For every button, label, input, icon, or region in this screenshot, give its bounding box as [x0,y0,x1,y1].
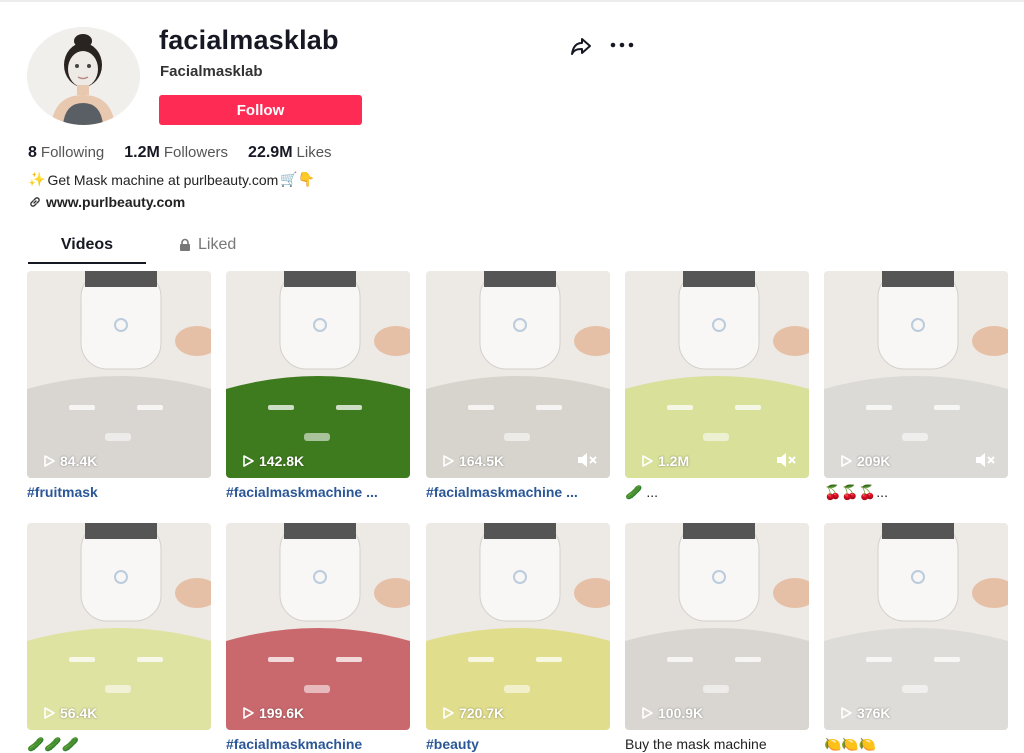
video-card[interactable]: 164.5K [426,271,610,478]
video-caption[interactable]: 🥒🥒🥒 [27,736,211,753]
stat-likes: 22.9M Likes [248,144,332,162]
tab-liked-label: Liked [198,236,237,253]
video-card[interactable]: 84.4K [27,271,211,478]
video-views-text: 142.8K [259,453,305,469]
video-view-count: 164.5K [442,453,504,469]
tab-liked[interactable]: Liked [178,236,236,254]
video-caption[interactable]: #fruitmask [27,484,211,500]
top-divider [0,0,1024,2]
video-thumbnail [27,523,211,730]
video-thumbnail [426,523,610,730]
stat-following-label: Following [40,144,105,161]
video-thumbnail [426,271,610,478]
more-icon[interactable] [609,33,635,57]
stat-followers-label: Followers [163,144,229,161]
avatar[interactable] [27,27,140,125]
video-view-count: 142.8K [242,453,304,469]
mute-icon[interactable] [974,452,996,468]
video-card[interactable]: 142.8K [226,271,410,478]
play-icon [642,707,653,719]
video-views-text: 376K [857,705,891,721]
video-views-text: 56.4K [60,705,98,721]
video-view-count: 199.6K [242,705,304,721]
profile-link-text: www.purlbeauty.com [46,194,186,210]
mute-icon[interactable] [576,452,598,468]
video-caption[interactable]: #beauty [426,736,610,752]
tab-videos[interactable]: Videos [28,236,146,254]
video-view-count: 1.2M [641,453,689,469]
share-icon[interactable] [569,34,593,58]
video-views-text: 100.9K [658,705,704,721]
video-caption[interactable]: 🍒🍒🍒... [824,484,1008,501]
stat-likes-value: 22.9M [248,144,293,161]
video-thumbnail [824,523,1008,730]
stat-likes-label: Likes [296,144,332,161]
video-card[interactable]: 209K [824,271,1008,478]
profile-username: facialmasklab [159,25,339,55]
bio-sparkle-emoji: ✨ [28,171,46,187]
video-views-text: 1.2M [658,453,690,469]
video-thumbnail [226,523,410,730]
play-icon [841,707,852,719]
video-views-text: 199.6K [259,705,305,721]
link-icon [30,197,40,207]
video-thumbnail [27,271,211,478]
video-views-text: 164.5K [459,453,505,469]
video-view-count: 84.4K [43,453,97,469]
video-card[interactable]: 100.9K [625,523,809,730]
bio-text: Get Mask machine at purlbeauty.com [47,171,279,188]
mute-icon[interactable] [775,452,797,468]
video-caption[interactable]: 🍋🍋🍋 [824,736,1008,753]
video-views-text: 209K [857,453,891,469]
follow-button[interactable]: Follow [159,95,362,125]
video-caption[interactable]: #facialmaskmachine ... [226,484,410,500]
play-icon [243,707,254,719]
profile-link[interactable]: www.purlbeauty.com [28,194,185,210]
video-view-count: 100.9K [641,705,703,721]
video-thumbnail [824,271,1008,478]
play-icon [443,707,454,719]
stat-followers-value: 1.2M [124,144,160,161]
video-views-text: 84.4K [60,453,98,469]
play-icon [642,455,653,467]
play-icon [443,455,454,467]
video-views-text: 720.7K [459,705,505,721]
stat-followers[interactable]: 1.2M Followers [124,144,228,162]
video-view-count: 209K [840,453,890,469]
video-view-count: 720.7K [442,705,504,721]
stat-following-value: 8 [28,144,37,161]
video-caption[interactable]: 🥒 ... [625,484,809,501]
play-icon [44,707,55,719]
play-icon [841,455,852,467]
video-thumbnail [625,523,809,730]
video-card[interactable]: 199.6K [226,523,410,730]
video-card[interactable]: 56.4K [27,523,211,730]
bio-suffix-emoji: 🛒👇 [280,171,316,187]
lock-icon [180,238,190,251]
play-icon [44,455,55,467]
profile-stats: 8 Following 1.2M Followers 22.9M Likes [28,144,332,162]
active-tab-indicator [28,262,146,264]
video-card[interactable]: 376K [824,523,1008,730]
profile-nickname: Facialmasklab [160,63,263,80]
video-thumbnail [625,271,809,478]
video-card[interactable]: 720.7K [426,523,610,730]
video-caption[interactable]: #facialmaskmachine ... [426,484,610,500]
profile-bio: ✨ Get Mask machine at purlbeauty.com 🛒👇 [28,171,315,188]
stat-following[interactable]: 8 Following [28,144,104,162]
video-view-count: 376K [840,705,890,721]
video-thumbnail [226,271,410,478]
video-card[interactable]: 1.2M [625,271,809,478]
video-caption[interactable]: Buy the mask machine [625,736,809,752]
video-caption[interactable]: #facialmaskmachine [226,736,410,752]
video-view-count: 56.4K [43,705,97,721]
play-icon [243,455,254,467]
